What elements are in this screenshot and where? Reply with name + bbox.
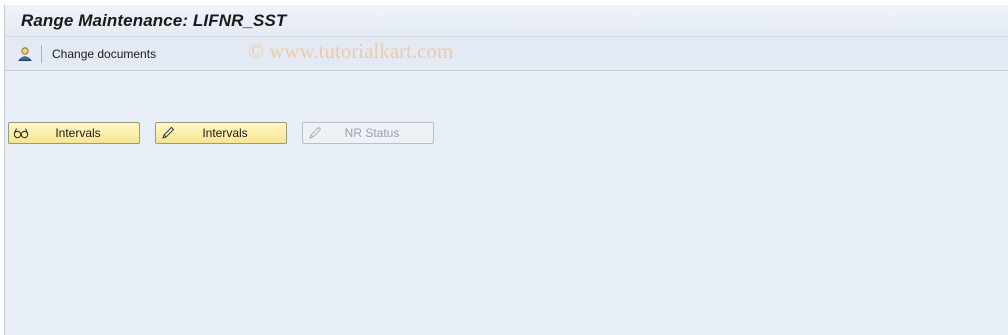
title-bar: Range Maintenance: LIFNR_SST — [5, 5, 1008, 37]
button-row: Intervals Intervals NR Status — [8, 122, 449, 144]
pencil-icon — [307, 126, 323, 140]
display-intervals-button[interactable]: Intervals — [8, 122, 140, 144]
page-title: Range Maintenance: LIFNR_SST — [21, 10, 287, 30]
nr-status-button[interactable]: NR Status — [302, 122, 434, 144]
watermark: © www.tutorialkart.com — [248, 39, 454, 63]
change-documents-button[interactable]: Change documents — [52, 47, 156, 61]
user-icon[interactable] — [15, 44, 35, 64]
application-toolbar: Change documents © www.tutorialkart.com — [5, 37, 1008, 71]
toolbar-separator — [41, 44, 42, 63]
change-intervals-button[interactable]: Intervals — [155, 122, 287, 144]
sap-window: Range Maintenance: LIFNR_SST Change docu… — [4, 5, 1008, 335]
pencil-icon — [160, 126, 176, 140]
glasses-icon — [13, 126, 29, 140]
